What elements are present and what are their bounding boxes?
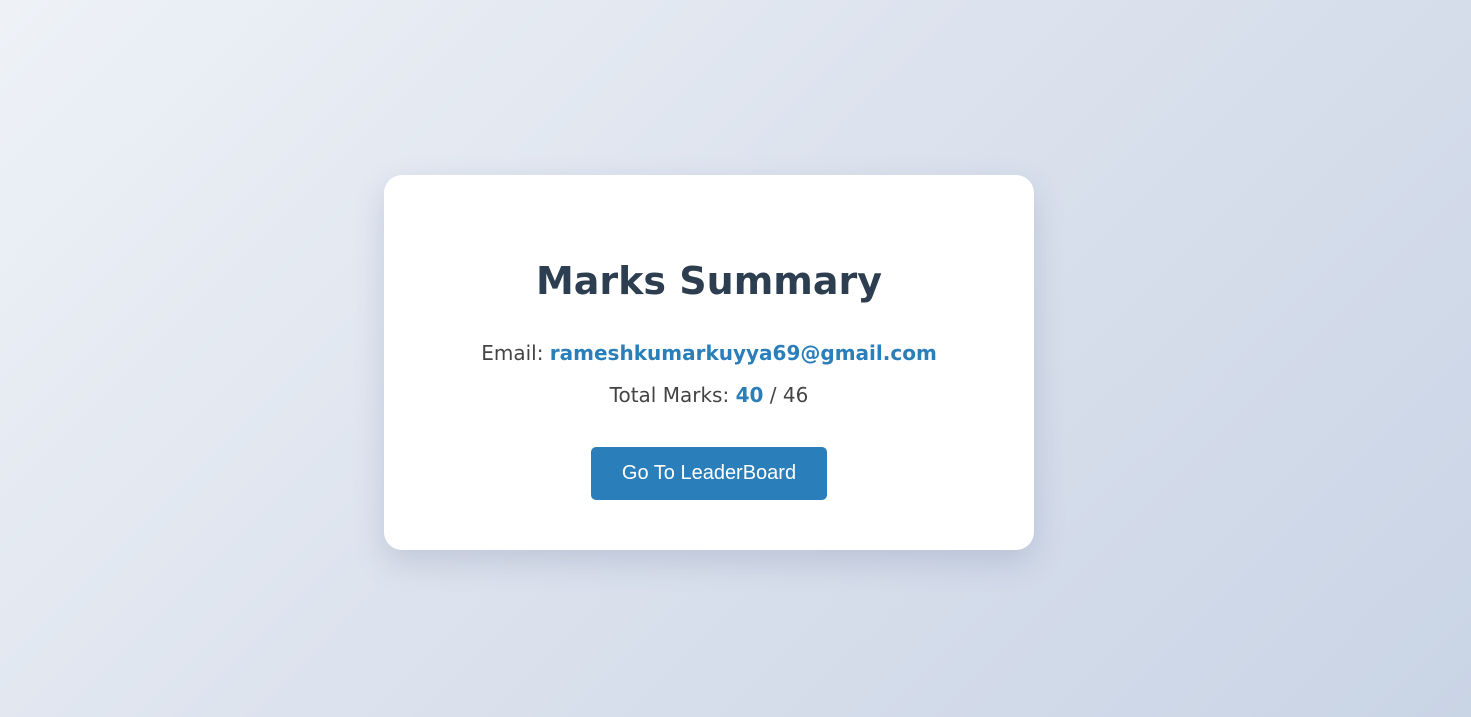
email-label: Email: bbox=[481, 341, 544, 365]
marks-separator: / bbox=[769, 383, 777, 407]
page-title: Marks Summary bbox=[535, 259, 883, 303]
marks-label: Total Marks: bbox=[609, 383, 730, 407]
go-to-leaderboard-button[interactable]: Go To LeaderBoard bbox=[591, 447, 827, 500]
email-row: Email: rameshkumarkuyya69@gmail.com bbox=[384, 338, 1034, 368]
email-value: rameshkumarkuyya69@gmail.com bbox=[549, 341, 937, 365]
marks-scored: 40 bbox=[735, 383, 764, 407]
marks-total: 46 bbox=[782, 383, 809, 407]
total-marks-row: Total Marks: 40 / 46 bbox=[384, 380, 1034, 410]
marks-summary-card: Marks Summary Email: rameshkumarkuyya69@… bbox=[384, 175, 1034, 550]
